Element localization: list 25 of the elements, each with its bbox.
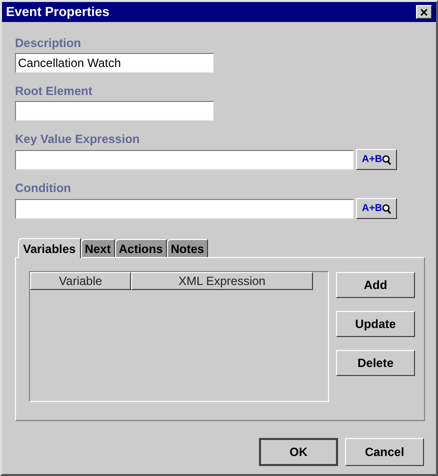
field-label: Root Element bbox=[15, 84, 94, 99]
close-button[interactable]: × bbox=[416, 5, 432, 19]
field-label: Description bbox=[15, 36, 82, 51]
tab[interactable]: Variables bbox=[18, 238, 81, 258]
magnifier-icon bbox=[382, 204, 392, 214]
text-field[interactable]: Cancellation Watch bbox=[15, 53, 214, 73]
expression-builder-button[interactable]: A+B bbox=[356, 149, 397, 170]
magnifier-icon bbox=[382, 154, 392, 164]
side-button[interactable]: Delete bbox=[336, 350, 415, 376]
field-label: Key Value Expression bbox=[15, 132, 141, 147]
tab[interactable]: Next bbox=[80, 239, 115, 257]
dialog-button[interactable]: OK bbox=[259, 438, 338, 466]
tab[interactable]: Actions bbox=[114, 239, 167, 257]
column-header[interactable]: Variable bbox=[30, 272, 131, 290]
window-title: Event Properties bbox=[6, 3, 110, 22]
column-header[interactable]: XML Expression bbox=[131, 272, 313, 290]
expression-builder-button[interactable]: A+B bbox=[356, 198, 397, 219]
text-field[interactable] bbox=[15, 101, 214, 121]
tab[interactable]: Notes bbox=[166, 239, 208, 257]
dialog-button[interactable]: Cancel bbox=[345, 438, 424, 466]
side-button[interactable]: Update bbox=[336, 311, 415, 337]
side-button[interactable]: Add bbox=[336, 272, 415, 298]
field-label: Condition bbox=[15, 181, 72, 196]
text-field[interactable] bbox=[15, 150, 354, 170]
text-field[interactable] bbox=[15, 198, 354, 218]
